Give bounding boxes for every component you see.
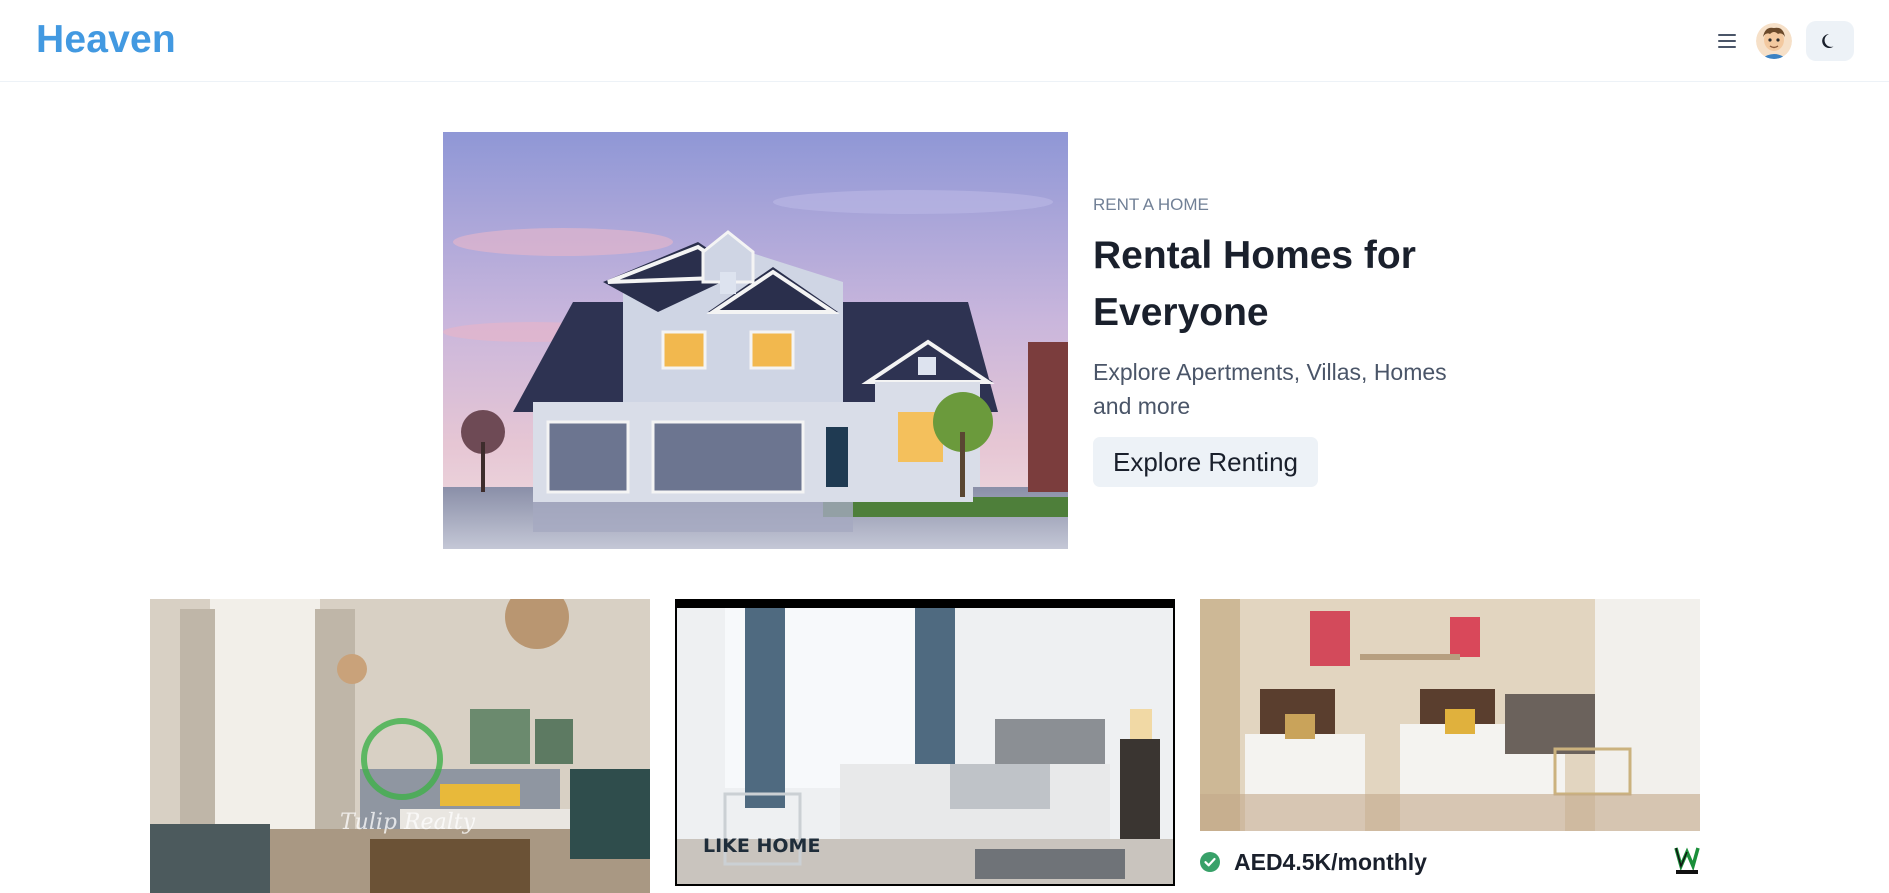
hero-house-image [443,132,1068,549]
user-avatar[interactable] [1756,23,1792,59]
listing-price: AED4.5K/monthly [1234,848,1427,875]
hero-subtitle: Explore Apertments, Villas, Homes and mo… [1093,359,1447,419]
theme-toggle-button[interactable] [1806,21,1854,61]
hero-title: Rental Homes for Everyone [1093,234,1416,334]
hero-eyebrow: RENT A HOME [1093,195,1209,214]
brand-logo[interactable]: Heaven [36,18,176,62]
nav-actions [1718,20,1854,62]
hamburger-menu-icon[interactable] [1718,34,1736,48]
listing-price-row: AED4.5K/monthly [1200,844,1700,880]
listing-card[interactable]: LIKE HOME [675,599,1175,886]
listing-image[interactable] [1200,599,1700,831]
listing-card[interactable]: Tulip Realty [150,599,650,893]
moon-icon [1822,34,1834,48]
explore-renting-button[interactable]: Explore Renting [1093,437,1318,487]
agency-logo [1674,847,1700,874]
watermark-text: LIKE HOME [703,835,820,857]
listing-image[interactable]: Tulip Realty [150,599,650,893]
listing-card[interactable]: AED4.5K/monthly [1200,599,1700,880]
watermark-text: Tulip Realty [340,810,476,835]
navbar: Heaven [0,0,1889,82]
verified-check-icon [1200,852,1220,872]
listing-image[interactable]: LIKE HOME [675,599,1175,886]
hero-content: RENT A HOME Rental Homes for Everyone Ex… [1093,195,1493,487]
